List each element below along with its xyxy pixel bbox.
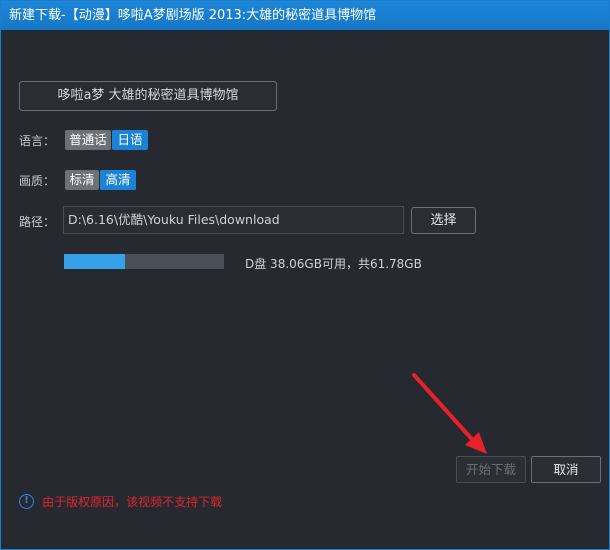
disk-usage-fill [64, 254, 126, 269]
choose-path-button[interactable]: 选择 [411, 207, 476, 234]
cancel-button[interactable]: 取消 [531, 456, 601, 483]
download-path-field[interactable]: D:\6.16\优酷\Youku Files\download [63, 206, 404, 234]
notice-text: 由于版权原因，该视频不支持下载 [42, 495, 223, 509]
language-option-mandarin[interactable]: 普通话 [65, 130, 111, 150]
start-download-button[interactable]: 开始下载 [456, 456, 526, 483]
quality-label: 画质： [19, 174, 56, 188]
language-option-japanese[interactable]: 日语 [112, 130, 148, 150]
annotation-arrow-icon [412, 373, 487, 454]
window-title: 新建下载-【动漫】哆啦A梦剧场版 2013:大雄的秘密道具博物馆 [1, 1, 609, 30]
path-label: 路径： [19, 215, 56, 229]
language-label: 语言： [19, 134, 56, 148]
info-icon: ! [19, 494, 34, 509]
quality-option-sd[interactable]: 标清 [65, 170, 99, 190]
disk-usage-bar [64, 254, 224, 269]
video-title-button[interactable]: 哆啦a梦 大雄的秘密道具博物馆 [19, 81, 277, 111]
copyright-notice: ! 由于版权原因，该视频不支持下载 [19, 493, 222, 511]
download-dialog: 新建下载-【动漫】哆啦A梦剧场版 2013:大雄的秘密道具博物馆 哆啦a梦 大雄… [0, 0, 610, 550]
quality-option-hd[interactable]: 高清 [100, 170, 136, 190]
disk-usage-text: D盘 38.06GB可用，共61.78GB [245, 257, 422, 271]
